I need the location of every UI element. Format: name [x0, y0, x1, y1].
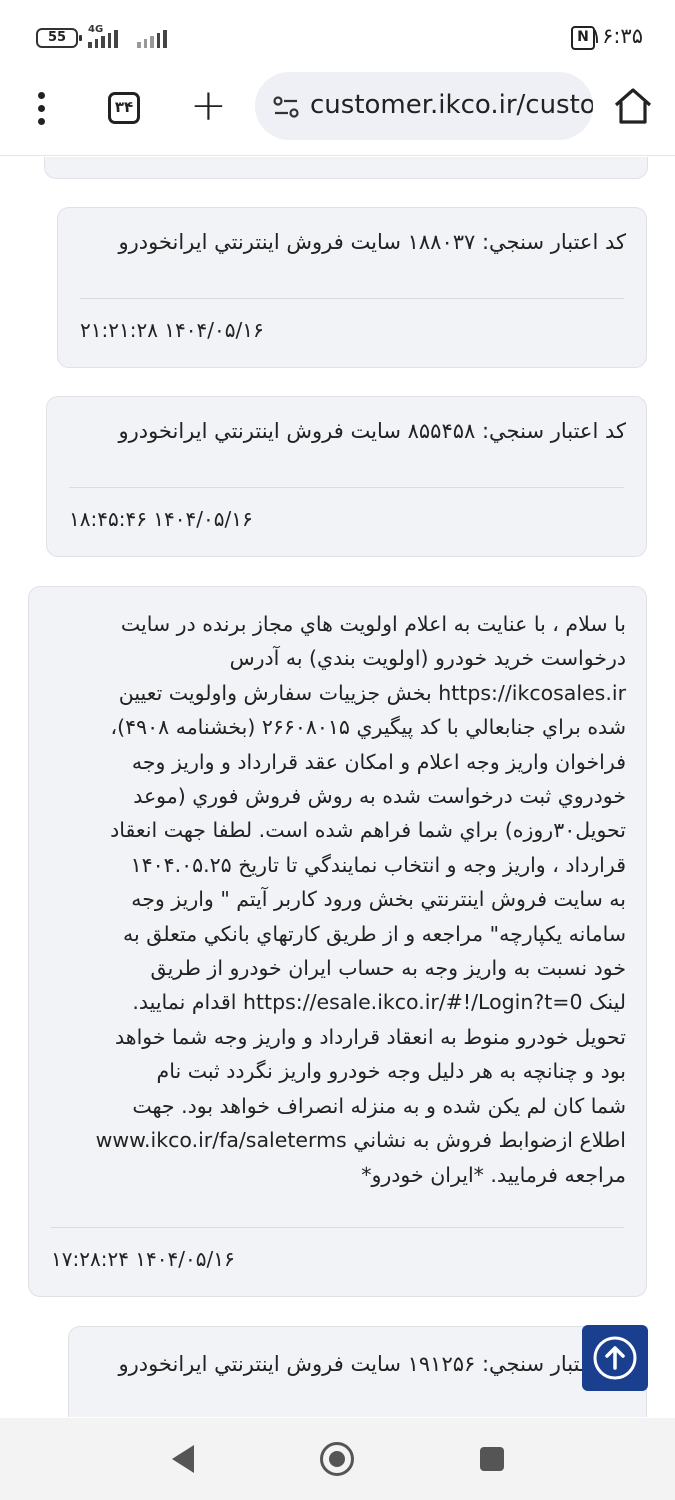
- home-icon[interactable]: [612, 86, 654, 126]
- message-line: تحويل۳۰روزه) براي شما فراهم شده است. لطف…: [110, 818, 626, 843]
- message-line: بود و چنانچه به هر دليل وجه خودرو واريز …: [156, 1059, 626, 1084]
- browser-toolbar: ۳۴ + customer.ikco.ir/custo: [0, 72, 675, 156]
- back-icon[interactable]: [172, 1445, 194, 1473]
- arrow-up-icon: [593, 1336, 637, 1380]
- message-list: کد اعتبار سنجي: ۱۸۸۰۳۷ سايت فروش اينترنت…: [0, 157, 675, 1417]
- message-line: سامانه يکپارچه" مراجعه و از طريق کارتهاي…: [123, 921, 626, 946]
- new-tab-icon[interactable]: +: [190, 84, 227, 128]
- message-line: https://ikcosales.ir بخش جزييات سفارش وا…: [118, 680, 626, 705]
- message-line: شده براي جنابعالي با کد پيگيري ۲۶۶۰۸۰۱۵ …: [110, 715, 626, 740]
- system-nav-bar: [0, 1418, 675, 1500]
- message-title: کد اعتبار سنجي: ۱۸۸۰۳۷ سايت فروش اينترنت…: [118, 230, 626, 254]
- battery-icon: 55: [36, 28, 82, 48]
- message-date: ۲۱:۲۱:۲۸ ۱۴۰۴/۰۵/۱۶: [80, 318, 264, 342]
- clock: ۱۶:۳۵: [590, 24, 643, 48]
- message-line: درخواست خريد خودرو (اولويت بندي) به آدرس: [229, 646, 626, 671]
- message-line: لينک https://esale.ikco.ir/#!/Login?t=0 …: [132, 990, 626, 1015]
- divider: [80, 298, 624, 299]
- message-title: کد اعتبار سنجي: ۸۵۵۴۵۸ سايت فروش اينترنت…: [118, 419, 626, 443]
- message-line: با سلام ، با عنايت به اعلام اولويت هاي م…: [120, 612, 626, 636]
- message-line: مراجعه فرماييد. *ايران خودرو*: [361, 1162, 626, 1187]
- site-settings-icon[interactable]: [273, 96, 299, 118]
- tab-count: ۳۴: [114, 98, 134, 116]
- divider: [69, 487, 624, 488]
- menu-icon[interactable]: [30, 92, 52, 132]
- address-bar[interactable]: customer.ikco.ir/custo: [255, 72, 593, 140]
- home-button-icon[interactable]: [320, 1442, 354, 1476]
- message-line: فراخوان واريز وجه اعلام و امکان عقد قرار…: [131, 749, 626, 774]
- scroll-to-top-button[interactable]: [582, 1325, 648, 1391]
- message-title: کد اعتبار سنجي: ۱۹۱۲۵۶ سايت فروش اينترنت…: [118, 1352, 626, 1376]
- message-card-partial: [44, 157, 648, 179]
- message-card: کد اعتبار سنجي: ۱۹۱۲۵۶ سايت فروش اينترنت…: [68, 1326, 647, 1417]
- divider: [51, 1227, 624, 1228]
- message-line: خود نسبت به واريز وجه به حساب ايران خودر…: [150, 956, 626, 981]
- message-line: تحويل خودرو منوط به انعقاد قرارداد و وار…: [115, 1024, 626, 1049]
- message-card-long: با سلام ، با عنايت به اعلام اولويت هاي م…: [28, 586, 647, 1297]
- tab-switcher-button[interactable]: ۳۴: [108, 92, 140, 124]
- message-line: به سايت فروش اينترنتي بخش ورود کاربر آيت…: [131, 887, 626, 912]
- battery-level: 55: [47, 30, 67, 45]
- message-line: شما کان لم يکن شده و به منزله انصراف خوا…: [132, 1093, 626, 1118]
- message-body: با سلام ، با عنايت به اعلام اولويت هاي م…: [47, 607, 626, 1192]
- message-date: ۱۷:۲۸:۲۴ ۱۴۰۴/۰۵/۱۶: [51, 1247, 235, 1271]
- message-line: قرارداد ، واريز وجه و انتخاب نمايندگي تا…: [130, 852, 626, 877]
- signal-icon-secondary: [137, 28, 167, 48]
- message-date: ۱۸:۴۵:۴۶ ۱۴۰۴/۰۵/۱۶: [69, 507, 253, 531]
- message-card: کد اعتبار سنجي: ۱۸۸۰۳۷ سايت فروش اينترنت…: [57, 207, 647, 368]
- message-line: اطلاع ازضوابط فروش به نشاني www.ikco.ir/…: [95, 1128, 626, 1153]
- recents-icon[interactable]: [480, 1447, 504, 1471]
- status-bar: 55 4G N ۱۶:۳۵: [0, 0, 675, 72]
- signal-icon: [88, 28, 118, 48]
- message-card: کد اعتبار سنجي: ۸۵۵۴۵۸ سايت فروش اينترنت…: [46, 396, 647, 557]
- url-text: customer.ikco.ir/custo: [310, 90, 593, 120]
- message-line: خودروي ثبت درخواست شده به روش فروش فوري …: [133, 784, 626, 809]
